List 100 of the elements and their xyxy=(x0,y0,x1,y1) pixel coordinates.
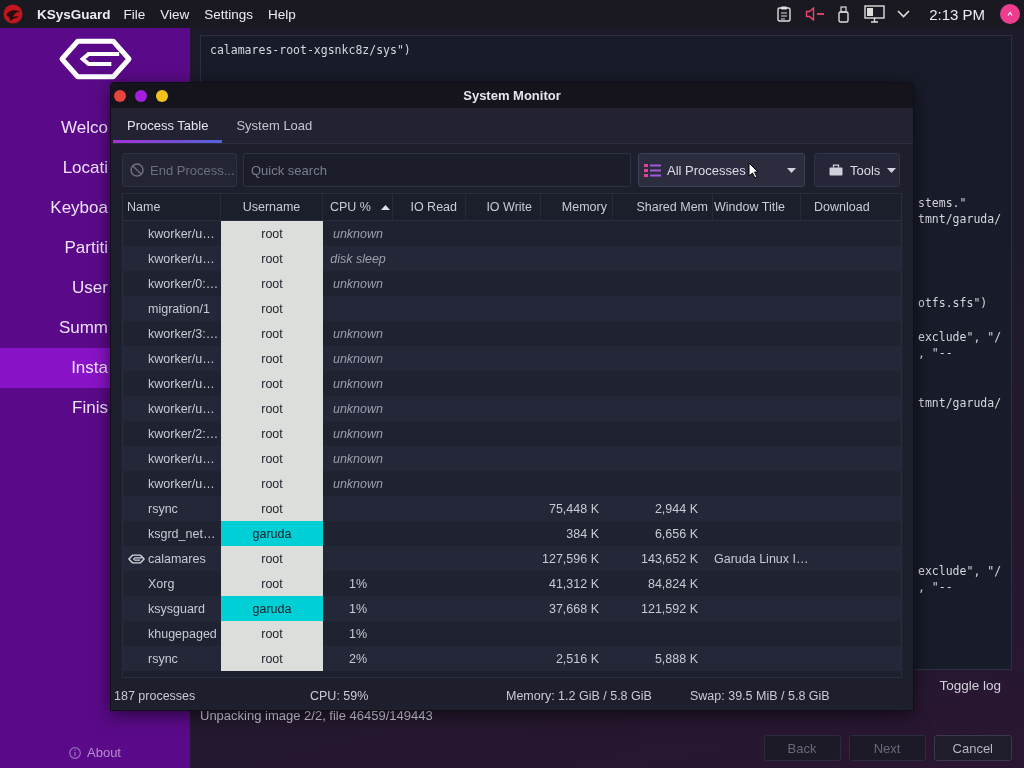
process-name: kworker/u… xyxy=(148,226,215,241)
log-line: stems." xyxy=(918,195,967,211)
computer-icon[interactable] xyxy=(864,5,886,23)
log-line: calamares-root-xgsnkc8z/sys") xyxy=(210,42,411,58)
log-line: otfs.sfs") xyxy=(918,295,988,311)
avatar-icon[interactable] xyxy=(1000,4,1020,24)
menu-item[interactable]: File xyxy=(123,6,146,22)
username-cell: root xyxy=(221,446,323,471)
wizard-button[interactable]: Cancel xyxy=(933,735,1012,761)
username-cell: garuda xyxy=(221,596,323,621)
username-cell: root xyxy=(221,421,323,446)
clock[interactable]: 2:13 PM xyxy=(929,5,985,23)
sidebar-step: Keyboa xyxy=(0,188,110,228)
about-link[interactable]: About xyxy=(87,745,121,760)
process-name: Xorg xyxy=(148,576,175,591)
close-button[interactable] xyxy=(114,89,126,102)
username-cell: root xyxy=(221,496,323,521)
sidebar-step: Locati xyxy=(0,148,110,188)
memory-value: 384 K xyxy=(566,526,599,541)
username-cell: root xyxy=(221,221,323,246)
menu-item[interactable]: Settings xyxy=(204,6,254,22)
cpu-status: unknown xyxy=(332,351,383,366)
username-cell: root xyxy=(221,246,323,271)
column-header[interactable]: Name xyxy=(123,194,221,220)
cpu-status: unknown xyxy=(332,426,383,441)
search-field[interactable]: Quick search xyxy=(243,153,631,187)
username-cell: root xyxy=(221,646,323,671)
process-filter-dropdown[interactable]: All Processes xyxy=(638,153,805,187)
process-name: kworker/2:… xyxy=(148,426,219,441)
app-logo-icon[interactable] xyxy=(3,4,23,24)
tools-button[interactable]: Tools xyxy=(814,153,900,187)
column-header[interactable]: Memory xyxy=(541,194,613,220)
cpu-status: unknown xyxy=(332,226,383,241)
process-name: kworker/u… xyxy=(148,251,215,266)
shared-memory-value: 121,592 K xyxy=(641,601,698,616)
memory-value: 75,448 K xyxy=(548,501,599,516)
toggle-log-button[interactable]: Toggle log xyxy=(936,676,1004,695)
column-header[interactable]: Window Title xyxy=(713,194,801,220)
username-cell: root xyxy=(221,271,323,296)
username-cell: root xyxy=(221,396,323,421)
install-status-text: Unpacking image 2/2, file 46459/149443 xyxy=(200,708,433,723)
toolbox-icon xyxy=(829,164,843,176)
window-title-value: Garuda Linux I… xyxy=(714,551,809,566)
column-header[interactable]: Username xyxy=(221,194,323,220)
cpu-status: unknown xyxy=(332,326,383,341)
process-name: migration/1 xyxy=(148,301,210,316)
mouse-cursor-icon xyxy=(747,161,759,179)
process-name: kworker/3:… xyxy=(148,326,219,341)
prohibited-icon xyxy=(130,163,144,177)
cpu-usage: 1% xyxy=(348,576,368,591)
cpu-status: unknown xyxy=(332,451,383,466)
memory-value: 127,596 K xyxy=(542,551,599,566)
username-cell: root xyxy=(221,621,323,646)
column-header[interactable]: CPU % xyxy=(323,194,393,220)
tab[interactable]: System Load xyxy=(222,108,327,143)
caret-down-icon xyxy=(787,167,796,173)
shared-memory-value: 143,652 K xyxy=(641,551,698,566)
shared-memory-value: 6,656 K xyxy=(654,526,698,541)
window-title: System Monitor xyxy=(463,88,561,103)
status-text: 187 processes xyxy=(114,688,196,703)
cpu-status: unknown xyxy=(332,476,383,491)
process-name: kworker/u… xyxy=(148,451,215,466)
chevron-down-icon[interactable] xyxy=(897,10,911,18)
shared-memory-value: 5,888 K xyxy=(654,651,698,666)
column-header[interactable]: IO Write xyxy=(466,194,541,220)
process-name: ksgrd_net… xyxy=(148,526,216,541)
username-cell: root xyxy=(221,346,323,371)
column-header[interactable]: Download xyxy=(801,194,899,220)
status-text: Memory: 1.2 GiB / 5.8 GiB xyxy=(506,688,652,703)
cpu-usage: 2% xyxy=(348,651,368,666)
cpu-status: unknown xyxy=(332,376,383,391)
sidebar-step: Summ xyxy=(0,308,110,348)
sidebar-step: User xyxy=(0,268,110,308)
status-text: Swap: 39.5 MiB / 5.8 GiB xyxy=(690,688,830,703)
cpu-usage: 1% xyxy=(348,626,368,641)
sidebar-step: Welco xyxy=(0,108,110,148)
username-cell: garuda xyxy=(221,521,323,546)
column-header[interactable]: Shared Mem xyxy=(613,194,713,220)
clipboard-icon[interactable] xyxy=(777,6,792,22)
maximize-button[interactable] xyxy=(156,89,168,102)
speaker-muted-icon[interactable] xyxy=(805,7,826,21)
usb-drive-icon[interactable] xyxy=(838,5,850,23)
shared-memory-value: 2,944 K xyxy=(654,501,698,516)
log-line: exclude", "/ xyxy=(918,329,1002,345)
menu-item[interactable]: View xyxy=(160,6,190,22)
process-name: kworker/u… xyxy=(148,376,215,391)
hexagon-logo-icon xyxy=(58,38,133,80)
menu-item[interactable]: Help xyxy=(268,6,296,22)
log-line: , "-- xyxy=(918,579,953,595)
sidebar-step: Insta xyxy=(0,348,110,388)
cpu-usage: 1% xyxy=(348,601,368,616)
app-name: KSysGuard xyxy=(37,6,111,22)
username-cell: root xyxy=(221,571,323,596)
memory-value: 37,668 K xyxy=(548,601,599,616)
minimize-button[interactable] xyxy=(135,89,147,102)
cpu-status: unknown xyxy=(332,276,383,291)
process-name: rsync xyxy=(148,651,178,666)
column-header[interactable]: IO Read xyxy=(393,194,466,220)
sidebar-step: Partiti xyxy=(0,228,110,268)
username-cell: root xyxy=(221,321,323,346)
